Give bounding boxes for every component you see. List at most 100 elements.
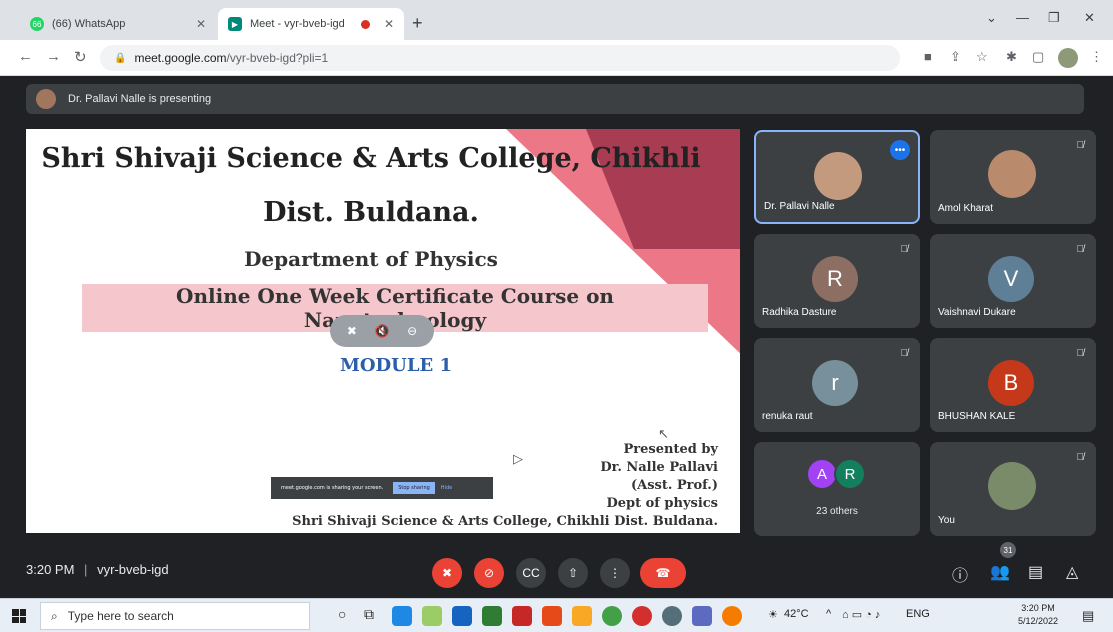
participant-tile[interactable]: B 🎙̸ BHUSHAN KALE [930, 338, 1096, 432]
bookmark-star-icon[interactable]: ☆ [976, 49, 988, 65]
file-explorer-icon[interactable] [572, 606, 592, 626]
screen: 66 (66) WhatsApp ✕ ▶ Meet - vyr-bveb-igd… [0, 0, 1113, 632]
avatar: B [988, 360, 1034, 406]
notes-icon[interactable] [692, 606, 712, 626]
pin-off-icon[interactable]: ✖ [347, 324, 357, 338]
cortana-icon[interactable]: ○ [338, 606, 346, 622]
new-tab-button[interactable]: + [412, 13, 423, 34]
presentation-slide: Shri Shivaji Science & Arts College, Chi… [26, 129, 740, 533]
window-close-button[interactable]: ✕ [1084, 10, 1095, 26]
tab-search-icon[interactable]: ⌄ [986, 10, 997, 26]
avatar: r [812, 360, 858, 406]
app-icon[interactable] [662, 606, 682, 626]
chart-app-icon[interactable] [482, 606, 502, 626]
meeting-control-bar: 3:20 PM | vyr-bveb-igd ✖ ⊘ CC ⇧ ⋮ ☎ ⓘ 👥 … [0, 548, 1113, 594]
slide-title: Shri Shivaji Science & Arts College, Chi… [41, 143, 701, 174]
sharing-notice: meet.google.com is sharing your screen. … [271, 477, 493, 499]
pdf-icon[interactable] [512, 606, 532, 626]
remove-icon[interactable]: ⊖ [407, 324, 417, 338]
tab-title: (66) WhatsApp [52, 18, 126, 30]
stop-sharing-button[interactable]: Stop sharing [393, 482, 435, 494]
store-icon[interactable] [452, 606, 472, 626]
edge-icon[interactable] [392, 606, 412, 626]
forward-icon[interactable]: → [46, 48, 61, 65]
windows-taskbar: ⌕ Type here to search ○ ⧉ ☀ 42°C ^ ⌂ ▭ ◔… [0, 598, 1113, 632]
participant-photo [988, 150, 1036, 198]
mic-off-icon: 🎙̸ [1076, 452, 1085, 463]
browser-icon[interactable] [722, 606, 742, 626]
search-placeholder: Type here to search [67, 609, 174, 623]
participant-tile[interactable]: 🎙̸ Amol Kharat [930, 130, 1096, 224]
leave-call-button[interactable]: ☎ [640, 558, 686, 588]
participant-name: Amol Kharat [938, 203, 994, 214]
hide-button[interactable]: Hide [441, 485, 452, 491]
reload-icon[interactable]: ↻ [74, 48, 87, 66]
activities-icon[interactable]: ◬ [1066, 562, 1078, 582]
others-avatars: A R [806, 458, 876, 490]
mic-off-icon: 🎙̸ [900, 244, 909, 255]
office-icon[interactable] [542, 606, 562, 626]
avatar: R [812, 256, 858, 302]
avatar: V [988, 256, 1034, 302]
participant-tile[interactable]: ••• Dr. Pallavi Nalle [754, 130, 920, 224]
sharing-text: meet.google.com is sharing your screen. [281, 485, 384, 491]
avatar: R [834, 458, 866, 490]
cursor-icon: ↖ [658, 427, 669, 442]
presenter-college: Shri Shivaji Science & Arts College, Chi… [292, 514, 718, 529]
more-options-icon[interactable]: ••• [890, 140, 910, 160]
tray-expand-icon[interactable]: ^ [826, 608, 831, 620]
menu-icon[interactable]: ⋮ [1090, 49, 1103, 65]
camera-toggle-button[interactable]: ⊘ [474, 558, 504, 588]
slide-subtitle: Dist. Buldana. [263, 197, 479, 228]
notification-icon[interactable]: ▤ [1082, 608, 1094, 624]
clock-date: 5/12/2022 [1018, 616, 1059, 626]
chrome-icon[interactable] [602, 606, 622, 626]
language-indicator[interactable]: ENG [906, 608, 930, 620]
meeting-info: 3:20 PM | vyr-bveb-igd [26, 562, 169, 577]
participant-tile[interactable]: r 🎙̸ renuka raut [754, 338, 920, 432]
present-button[interactable]: ⇧ [558, 558, 588, 588]
cursor-icon: ▷ [513, 452, 523, 467]
presenter-controls: ✖ 🔇 ⊖ [330, 315, 434, 347]
participant-tile[interactable]: R 🎙̸ Radhika Dasture [754, 234, 920, 328]
participant-tile[interactable]: V 🎙̸ Vaishnavi Dukare [930, 234, 1096, 328]
windows-start-icon[interactable] [12, 609, 26, 623]
tray-icons[interactable]: ⌂ ▭ ◔ ♪ [842, 608, 880, 621]
taskbar-clock[interactable]: 3:20 PM 5/12/2022 [1018, 602, 1058, 628]
close-icon[interactable]: ✕ [196, 17, 206, 31]
recording-icon [360, 19, 370, 29]
participant-name: Radhika Dasture [762, 307, 837, 318]
participant-tile[interactable]: 🎙̸ You [930, 442, 1096, 536]
browser-tab-strip: 66 (66) WhatsApp ✕ ▶ Meet - vyr-bveb-igd… [0, 0, 1113, 40]
info-icon[interactable]: ⓘ [952, 562, 968, 586]
extensions-icon[interactable]: ✱ [1006, 49, 1017, 65]
whatsapp-icon: 66 [30, 17, 44, 31]
more-options-button[interactable]: ⋮ [600, 558, 630, 588]
restore-button[interactable]: ❐ [1048, 10, 1060, 26]
captions-button[interactable]: CC [516, 558, 546, 588]
address-bar[interactable]: 🔒 meet.google.com /vyr-bveb-igd?pli=1 [100, 45, 900, 71]
mic-toggle-button[interactable]: ✖ [432, 558, 462, 588]
minimize-button[interactable]: — [1016, 10, 1029, 25]
share-icon[interactable]: ⇪ [950, 49, 961, 65]
others-tile[interactable]: A R 23 others [754, 442, 920, 536]
side-panel-icon[interactable]: ▢ [1032, 49, 1044, 65]
tab-whatsapp[interactable]: 66 (66) WhatsApp ✕ [20, 8, 216, 40]
others-count: 23 others [816, 506, 858, 517]
browser-toolbar: ← → ↻ 🔒 meet.google.com /vyr-bveb-igd?pl… [0, 40, 1113, 76]
weather-temp: 42°C [784, 608, 809, 620]
tab-meet[interactable]: ▶ Meet - vyr-bveb-igd ✕ [218, 8, 404, 40]
clock-time: 3:20 PM [1021, 603, 1055, 613]
back-icon[interactable]: ← [18, 48, 33, 65]
camera-icon[interactable]: ■ [924, 49, 932, 64]
close-icon[interactable]: ✕ [384, 17, 394, 31]
people-icon[interactable]: 👥 [990, 562, 1010, 582]
opera-icon[interactable] [632, 606, 652, 626]
paint-icon[interactable] [422, 606, 442, 626]
mute-icon[interactable]: 🔇 [375, 324, 390, 338]
tab-title: Meet - vyr-bveb-igd [250, 18, 345, 30]
chat-icon[interactable]: ▤ [1028, 562, 1043, 582]
task-view-icon[interactable]: ⧉ [364, 606, 374, 623]
taskbar-search[interactable]: ⌕ Type here to search [40, 602, 310, 630]
profile-avatar[interactable] [1058, 48, 1078, 68]
